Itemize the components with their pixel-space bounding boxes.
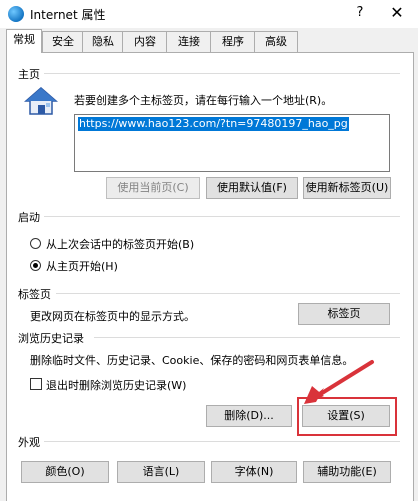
- appearance-separator: [44, 441, 400, 442]
- tab-general[interactable]: 常规: [6, 29, 42, 53]
- tabs-separator: [56, 293, 400, 294]
- fonts-button[interactable]: 字体(N): [211, 461, 297, 483]
- tabs-settings-button[interactable]: 标签页: [298, 303, 390, 325]
- startup-last-session-radio[interactable]: [30, 238, 41, 249]
- home-url-textarea[interactable]: https://www.hao123.com/?tn=97480197_hao_…: [74, 114, 390, 172]
- home-instruction: 若要创建多个主标签页，请在每行输入一个地址(R)。: [74, 94, 333, 107]
- startup-separator: [44, 216, 400, 217]
- tab-programs[interactable]: 程序: [210, 31, 256, 52]
- colors-button[interactable]: 颜色(O): [21, 461, 109, 483]
- startup-home-label: 从主页开始(H): [46, 260, 118, 273]
- delete-on-exit-label: 退出时删除浏览历史记录(W): [46, 379, 187, 392]
- use-default-button[interactable]: 使用默认值(F): [206, 177, 298, 199]
- home-url-value: https://www.hao123.com/?tn=97480197_hao_…: [78, 117, 349, 131]
- accessibility-button[interactable]: 辅助功能(E): [303, 461, 391, 483]
- close-button[interactable]: ✕: [384, 2, 410, 24]
- history-section-title: 浏览历史记录: [18, 332, 84, 345]
- tab-privacy[interactable]: 隐私: [82, 31, 124, 52]
- red-arrow-icon: [304, 360, 374, 404]
- home-icon: [24, 87, 58, 115]
- window-title: Internet 属性: [30, 8, 106, 22]
- tab-advanced[interactable]: 高级: [254, 31, 298, 52]
- help-button[interactable]: ?: [348, 2, 372, 24]
- delete-history-button[interactable]: 删除(D)...: [206, 405, 292, 427]
- tab-security[interactable]: 安全: [42, 31, 84, 52]
- startup-section-title: 启动: [18, 211, 40, 224]
- title-bar: Internet 属性 ? ✕: [0, 0, 418, 28]
- tab-content[interactable]: 内容: [122, 31, 168, 52]
- delete-on-exit-checkbox[interactable]: [30, 378, 42, 390]
- history-separator: [94, 337, 400, 338]
- internet-options-icon: [8, 6, 24, 22]
- use-current-button[interactable]: 使用当前页(C): [106, 177, 200, 199]
- appearance-section-title: 外观: [18, 436, 40, 449]
- startup-home-radio[interactable]: [30, 260, 41, 271]
- tabs-description: 更改网页在标签页中的显示方式。: [30, 310, 195, 323]
- use-new-tab-button[interactable]: 使用新标签页(U): [303, 177, 391, 199]
- tabs-section-title: 标签页: [18, 288, 51, 301]
- home-section-title: 主页: [18, 68, 40, 81]
- languages-button[interactable]: 语言(L): [117, 461, 205, 483]
- startup-last-session-label: 从上次会话中的标签页开始(B): [46, 238, 195, 251]
- home-separator: [44, 73, 400, 74]
- tab-connections[interactable]: 连接: [166, 31, 212, 52]
